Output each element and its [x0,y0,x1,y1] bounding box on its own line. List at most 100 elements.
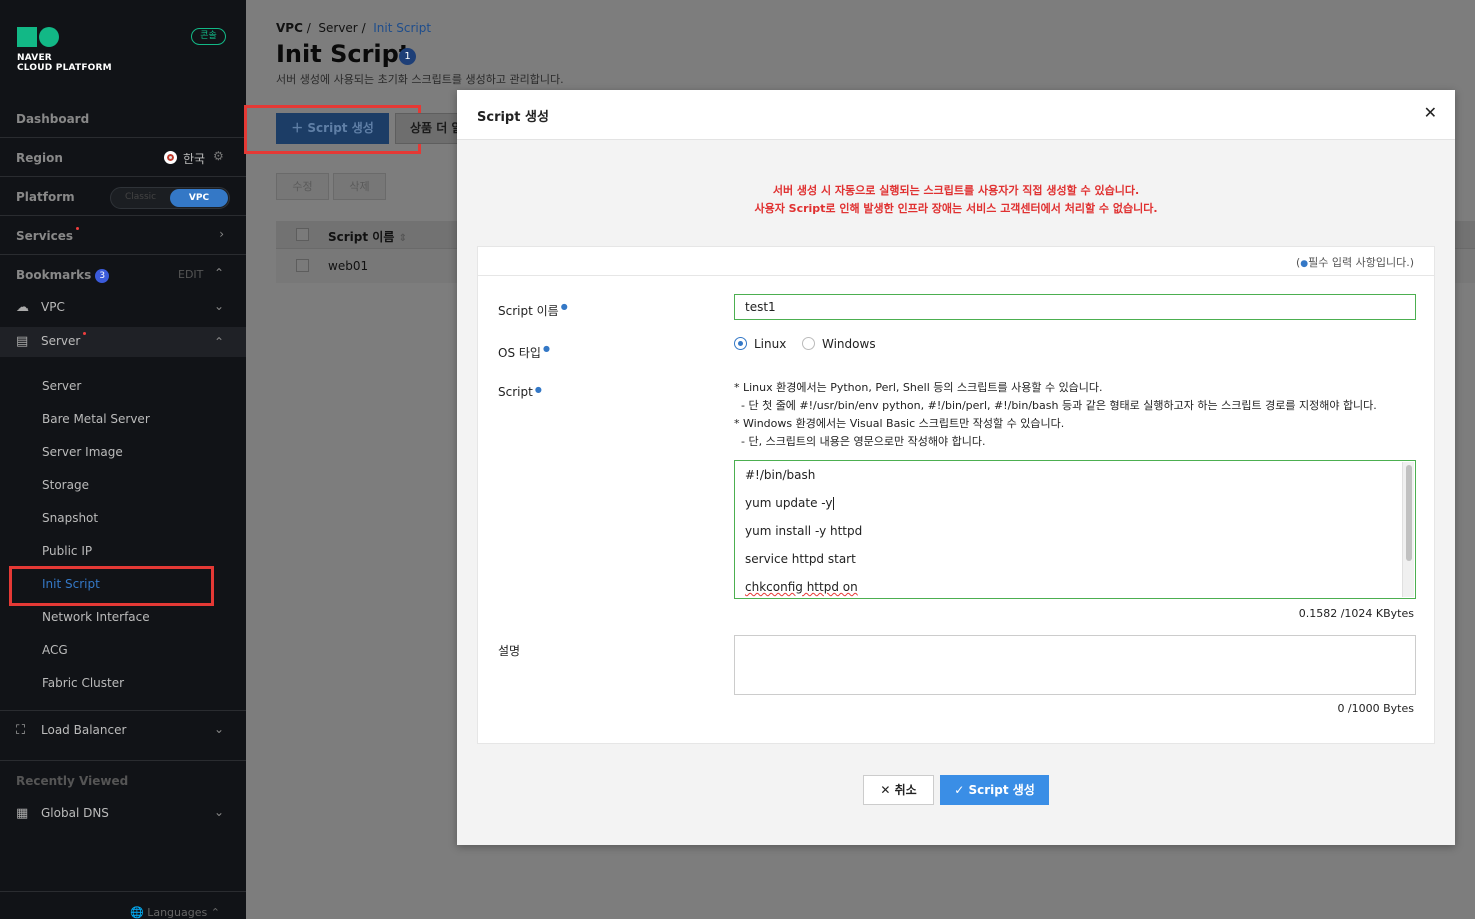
languages-text: Languages [147,906,208,919]
sort-icon[interactable]: ⇕ [399,233,407,244]
divider [0,891,246,892]
load-balancer-icon: ⛶ [16,723,26,738]
load-balancer-label: Load Balancer [41,723,127,737]
description-size-counter: 0 /1000 Bytes [1337,702,1414,715]
bookmarks-text: Bookmarks [16,268,92,282]
select-all-checkbox[interactable] [296,228,309,241]
required-dot-icon: ● [542,344,550,353]
chevron-down-icon: ⌄ [213,805,224,819]
create-script-modal: Script 생성 ✕ 서버 생성 시 자동으로 실행되는 스크립트를 사용자가… [457,90,1455,845]
chevron-right-icon: › [219,227,224,241]
chevron-down-icon: ⌄ [213,722,224,736]
sidebar-subitem-snapshot[interactable]: Snapshot [42,511,98,525]
platform-toggle[interactable]: Classic VPC [110,187,230,209]
sidebar-item-vpc[interactable]: ☁ VPC ⌄ [0,293,246,323]
breadcrumb-init-script: Init Script [373,21,432,35]
warning-line-1: 서버 생성 시 자동으로 실행되는 스크립트를 사용자가 직접 생성할 수 있습… [772,184,1140,197]
required-note: (●필수 입력 사항입니다.) [1296,254,1414,270]
sidebar-item-load-balancer[interactable]: ⛶ Load Balancer ⌄ [0,716,246,746]
form-panel: (●필수 입력 사항입니다.) Script 이름● OS 타입● Linux … [477,246,1435,744]
close-icon: ✕ [880,783,891,797]
platform-classic-option[interactable]: Classic [125,192,156,202]
sidebar-subitem-network-interface[interactable]: Network Interface [42,610,150,624]
script-hint-4: - 단, 스크립트의 내용은 영문으로만 작성해야 합니다. [734,435,986,448]
new-dot-icon [76,227,80,230]
edit-button[interactable]: 수정 [276,173,329,200]
services-label: Services [16,227,80,243]
script-scrollbar[interactable] [1402,462,1414,597]
breadcrumb-server[interactable]: Server [318,21,357,35]
script-name-input[interactable] [734,294,1416,320]
vpc-label: VPC [41,300,65,314]
breadcrumb-vpc[interactable]: VPC [276,21,303,35]
os-windows-radio[interactable] [802,337,815,350]
sidebar-subitem-storage[interactable]: Storage [42,478,89,492]
platform-label: Platform [16,190,75,204]
script-name-text: Script 이름 [498,304,559,318]
highlight-box-init-script [9,566,214,606]
script-line: service httpd start [745,552,856,566]
brand-text: NAVER CLOUD PLATFORM [17,53,112,73]
script-editor[interactable]: #!/bin/bash yum update -y yum install -y… [734,460,1416,599]
required-dot-icon: ● [534,385,542,394]
chevron-up-icon: ⌃ [213,335,224,349]
page-title-badge[interactable]: 1 [399,48,416,65]
scroll-thumb[interactable] [1406,465,1412,561]
sidebar-subitem-server-image[interactable]: Server Image [42,445,123,459]
script-size-counter: 0.1582 /1024 KBytes [1298,607,1414,620]
product-more-button[interactable]: 상품 더 알 [395,113,465,144]
sidebar-item-services[interactable]: Services › [0,217,246,255]
table-header-script-name[interactable]: Script 이름 ⇕ [328,228,407,245]
gear-icon[interactable]: ⚙ [213,149,224,163]
console-badge[interactable]: 콘솔 [191,28,226,45]
check-icon: ✓ [954,783,965,797]
submit-script-button[interactable]: ✓ Script 생성 [940,775,1049,805]
ncp-logo[interactable]: NAVER CLOUD PLATFORM [17,27,112,73]
sidebar-subitem-bare-metal-server[interactable]: Bare Metal Server [42,412,150,426]
sidebar-subitem-acg[interactable]: ACG [42,643,68,657]
sidebar-subitem-server[interactable]: Server [42,379,81,393]
row-checkbox[interactable] [296,259,309,272]
page-title: Init Script [276,40,411,68]
text-caret [832,497,834,510]
region-value[interactable]: 한국 [183,150,205,167]
os-type-text: OS 타입 [498,346,541,360]
services-text: Services [16,229,74,243]
chevron-up-icon: ⌃ [210,906,220,919]
divider [0,710,246,711]
os-linux-label[interactable]: Linux [754,337,786,351]
sidebar-item-global-dns[interactable]: ▦ Global DNS ⌄ [0,799,246,829]
recently-viewed-label: Recently Viewed [16,774,129,788]
chevron-down-icon: ⌄ [213,299,224,313]
os-linux-radio[interactable] [734,337,747,350]
sidebar-subitem-public-ip[interactable]: Public IP [42,544,92,558]
os-windows-label[interactable]: Windows [822,337,876,351]
divider [0,760,246,761]
script-hint-2: - 단 첫 줄에 #!/usr/bin/env python, #!/bin/p… [734,399,1377,412]
description-textarea[interactable] [734,635,1416,695]
languages-button[interactable]: 🌐 Languages ⌃ [130,906,220,919]
sidebar-item-server[interactable]: ▤ Server ⌃ [0,327,246,357]
bookmarks-row: Bookmarks 3 EDIT ⌃ [0,256,246,294]
region-label: Region [16,151,63,165]
script-text: Script [498,385,533,399]
table-row[interactable]: web01 [328,259,368,273]
server-icon: ▤ [16,334,29,349]
chevron-up-icon[interactable]: ⌃ [214,266,224,280]
modal-title: Script 생성 [477,110,549,125]
sidebar-item-dashboard[interactable]: Dashboard [0,100,246,138]
sidebar-subitem-fabric-cluster[interactable]: Fabric Cluster [42,676,124,690]
new-dot-icon [83,332,87,335]
server-label: Server [41,332,87,348]
delete-button[interactable]: 삭제 [333,173,386,200]
script-hint-1: * Linux 환경에서는 Python, Perl, Shell 등의 스크립… [734,381,1103,394]
script-line: chkconfig httpd on [745,580,858,594]
cancel-button[interactable]: ✕ 취소 [863,775,934,805]
script-line: yum update -y [745,496,834,510]
bookmarks-edit-button[interactable]: EDIT [178,268,203,281]
brand-line-1: NAVER [17,53,52,63]
platform-vpc-option[interactable]: VPC [170,189,228,207]
script-label: Script ● [498,385,542,399]
required-dot-icon: ● [1300,259,1309,269]
close-icon[interactable]: ✕ [1424,103,1437,122]
